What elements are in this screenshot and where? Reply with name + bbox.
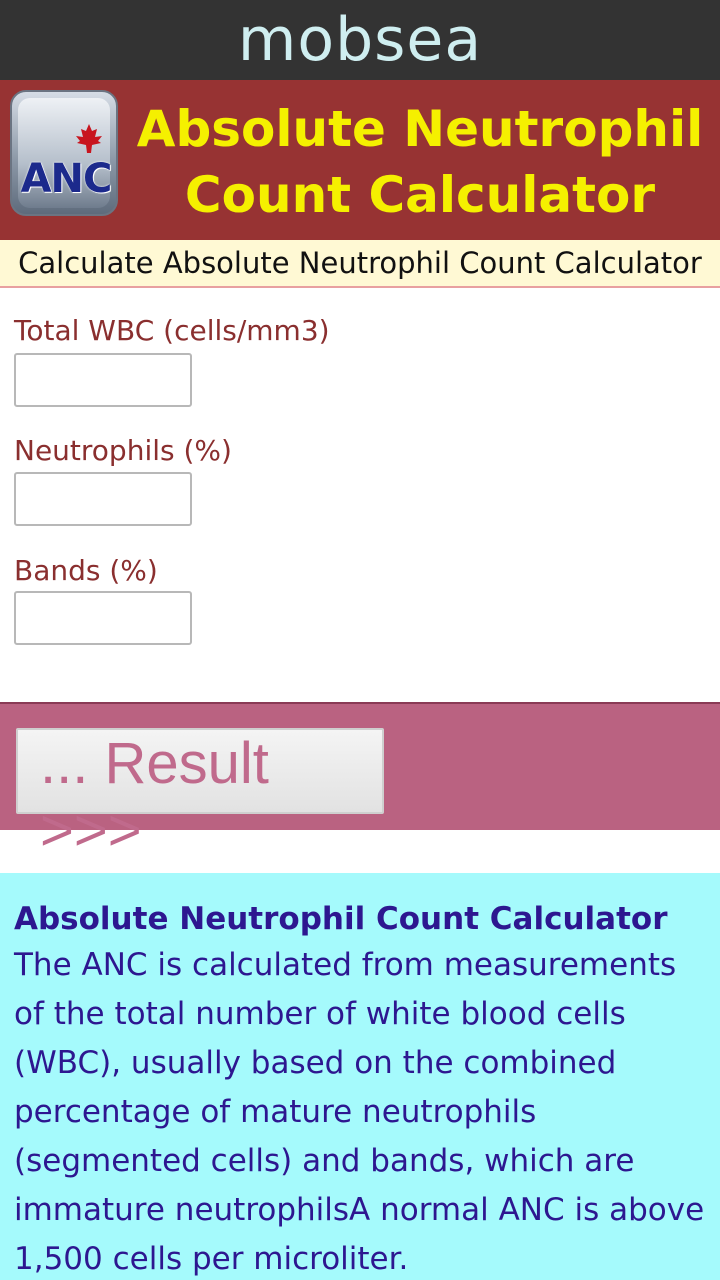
bands-label: Bands (%) [14,554,158,587]
neutrophils-label: Neutrophils (%) [14,434,232,467]
anc-app-icon: ANC [10,90,118,216]
page-title: Absolute Neutrophil Count Calculator [130,96,710,228]
info-panel: Absolute Neutrophil Count Calculator The… [0,873,720,1280]
result-band: ... Result >>> [0,702,720,863]
page-title-line-2: Count Calculator [184,166,656,224]
neutrophils-input[interactable] [14,472,192,526]
app-icon-label: ANC [20,156,113,202]
subtitle-text: Calculate Absolute Neutrophil Count Calc… [18,246,702,280]
result-button[interactable]: ... Result >>> [16,728,384,863]
brand-logo-text: mobsea [237,5,483,75]
maple-leaf-icon [76,124,102,153]
app-header: ANC Absolute Neutrophil Count Calculator [0,80,720,240]
total-wbc-label: Total WBC (cells/mm3) [14,314,330,347]
info-title: Absolute Neutrophil Count Calculator [14,901,668,937]
subtitle-banner: Calculate Absolute Neutrophil Count Calc… [0,240,720,288]
total-wbc-input[interactable] [14,353,192,407]
top-brand-bar: mobsea [0,0,720,80]
bands-input[interactable] [14,591,192,645]
page-title-line-1: Absolute Neutrophil [136,100,704,158]
info-body-text: The ANC is calculated from measurements … [14,947,705,1277]
